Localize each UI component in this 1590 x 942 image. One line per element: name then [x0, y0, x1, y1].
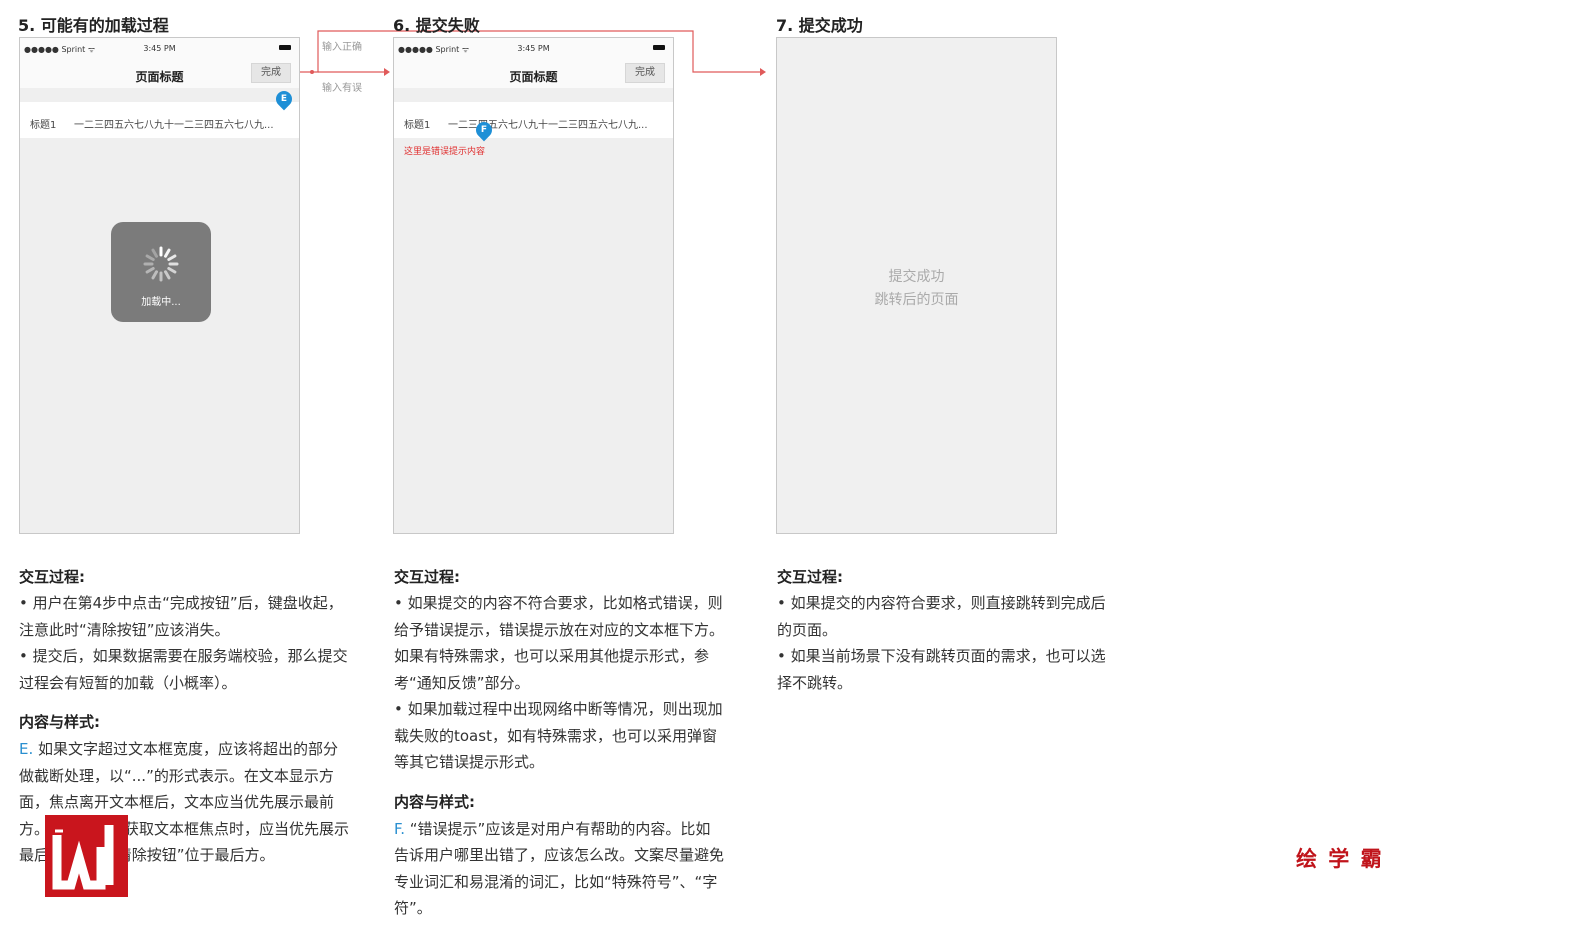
step7-phone-mockup: 提交成功 跳转后的页面 — [776, 37, 1057, 534]
step6-description: 交互过程: • 如果提交的内容不符合要求，比如格式错误，则给予错误提示，错误提示… — [394, 564, 724, 922]
status-time: 3:45 PM — [517, 44, 550, 53]
section-heading: 交互过程: — [777, 568, 843, 586]
flow-label-wrong: 输入有误 — [322, 83, 362, 94]
paragraph: • 提交后，如果数据需要在服务端校验，那么提交过程会有短暂的加载（小概率）。 — [19, 647, 348, 692]
error-message: 这里是错误提示内容 — [404, 147, 486, 157]
step6-phone-mockup: ●●●●● Sprint ᯤ 3:45 PM 页面标题 完成 标题1 一二三四五… — [393, 37, 674, 534]
letter-tag: F. — [394, 819, 405, 838]
w-logo-icon — [52, 825, 114, 890]
section-heading: 交互过程: — [394, 568, 460, 586]
paragraph: • 如果提交的内容不符合要求，比如格式错误，则给予错误提示，错误提示放在对应的文… — [394, 594, 725, 692]
step7-title: 7. 提交成功 — [776, 16, 863, 35]
letter-tag: E. — [19, 740, 34, 758]
section-body: • 如果提交的内容不符合要求，比如格式错误，则给予错误提示，错误提示放在对应的文… — [394, 590, 724, 776]
spinner-icon — [143, 246, 179, 282]
paragraph: • 如果提交的内容符合要求，则直接跳转到完成后的页面。 — [777, 594, 1106, 639]
status-bar: ●●●●● Sprint ᯤ 3:45 PM — [394, 38, 673, 58]
annotation-marker-e: E — [272, 87, 296, 111]
placeholder-line-2: 跳转后的页面 — [874, 292, 959, 308]
step6-title: 6. 提交失败 — [393, 16, 480, 35]
paragraph: F. “错误提示”应该是对用户有帮助的内容。比如告诉用户哪里出错了，应该怎么改。… — [394, 816, 724, 922]
paragraph: • 如果当前场景下没有跳转页面的需求，也可以选择不跳转。 — [777, 647, 1106, 692]
done-button[interactable]: 完成 — [625, 63, 665, 83]
brand-logo — [45, 815, 128, 897]
flow-label-correct: 输入正确 — [322, 42, 362, 53]
nav-bar: 页面标题 完成 — [20, 58, 299, 88]
form-row[interactable]: 标题1 一二三四五六七八九十一二三四五六七八九... — [20, 102, 299, 138]
status-bar: ●●●●● Sprint ᯤ 3:45 PM — [20, 38, 299, 58]
placeholder-line-1: 提交成功 — [888, 269, 945, 285]
form-row[interactable]: 标题1 一二三四五六七八九十一二三四五六七八九... — [394, 102, 673, 138]
nav-bar: 页面标题 完成 — [394, 58, 673, 88]
row-label: 标题1 — [404, 120, 431, 131]
step7-description: 交互过程: • 如果提交的内容符合要求，则直接跳转到完成后的页面。 • 如果当前… — [777, 564, 1107, 696]
status-time: 3:45 PM — [143, 44, 176, 53]
marker-letter: E — [280, 94, 288, 104]
section-heading: 交互过程: — [19, 568, 85, 586]
done-button[interactable]: 完成 — [251, 63, 291, 83]
battery-icon — [279, 45, 291, 50]
paragraph: • 如果加载过程中出现网络中断等情况，则出现加载失败的toast，如有特殊需求，… — [394, 700, 723, 771]
section-body: • 用户在第4步中点击“完成按钮”后，键盘收起，注意此时“清除按钮”应该消失。 … — [19, 590, 349, 696]
step5-title: 5. 可能有的加载过程 — [18, 16, 169, 35]
battery-icon — [653, 45, 665, 50]
marker-letter: F — [480, 125, 488, 135]
paragraph: • 用户在第4步中点击“完成按钮”后，键盘收起，注意此时“清除按钮”应该消失。 — [19, 594, 343, 639]
section-body: • 如果提交的内容符合要求，则直接跳转到完成后的页面。 • 如果当前场景下没有跳… — [777, 590, 1107, 696]
row-value[interactable]: 一二三四五六七八九十一二三四五六七八九... — [74, 116, 291, 131]
step5-phone-mockup: ●●●●● Sprint ᯤ 3:45 PM 页面标题 完成 标题1 一二三四五… — [19, 37, 300, 534]
annotation-marker-f: F — [472, 118, 496, 142]
section-heading: 内容与样式: — [394, 792, 475, 811]
row-label: 标题1 — [30, 120, 57, 131]
section-body: F. “错误提示”应该是对用户有帮助的内容。比如告诉用户哪里出错了，应该怎么改。… — [394, 816, 724, 922]
loading-toast: 加载中... — [111, 222, 211, 322]
brand-watermark-text: 绘 学 霸 — [1296, 847, 1384, 871]
paragraph-text: “错误提示”应该是对用户有帮助的内容。比如告诉用户哪里出错了，应该怎么改。文案尽… — [394, 819, 725, 918]
section-heading: 内容与样式: — [19, 713, 100, 731]
loading-text: 加载中... — [141, 297, 181, 308]
